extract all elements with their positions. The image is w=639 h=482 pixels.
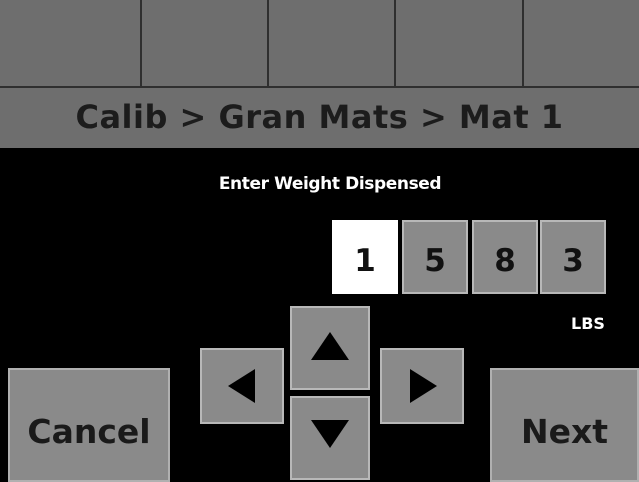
cancel-button[interactable]: Cancel — [8, 368, 170, 482]
top-tab-4[interactable] — [396, 0, 524, 86]
next-button[interactable]: Next — [490, 368, 639, 482]
digit-box-3[interactable]: 8 — [472, 220, 538, 294]
top-tab-2[interactable] — [142, 0, 269, 86]
arrow-left-icon — [228, 369, 255, 403]
down-button[interactable] — [290, 396, 370, 480]
touch-screen: Calib > Gran Mats > Mat 1 Enter Weight D… — [0, 0, 639, 482]
digit-box-2[interactable]: 5 — [402, 220, 468, 294]
digit-box-1[interactable]: 1 — [332, 220, 398, 294]
breadcrumb: Calib > Gran Mats > Mat 1 — [0, 88, 639, 148]
right-button[interactable] — [380, 348, 464, 424]
up-button[interactable] — [290, 306, 370, 390]
top-tab-3[interactable] — [269, 0, 396, 86]
left-button[interactable] — [200, 348, 284, 424]
arrow-right-icon — [410, 369, 437, 403]
top-tab-5[interactable] — [524, 0, 639, 86]
unit-label: LBS — [571, 314, 605, 333]
prompt-label: Enter Weight Dispensed — [218, 174, 442, 194]
digit-box-4[interactable]: 3 — [540, 220, 606, 294]
arrow-down-icon — [311, 420, 349, 448]
top-tab-1[interactable] — [0, 0, 142, 86]
arrow-up-icon — [311, 332, 349, 360]
